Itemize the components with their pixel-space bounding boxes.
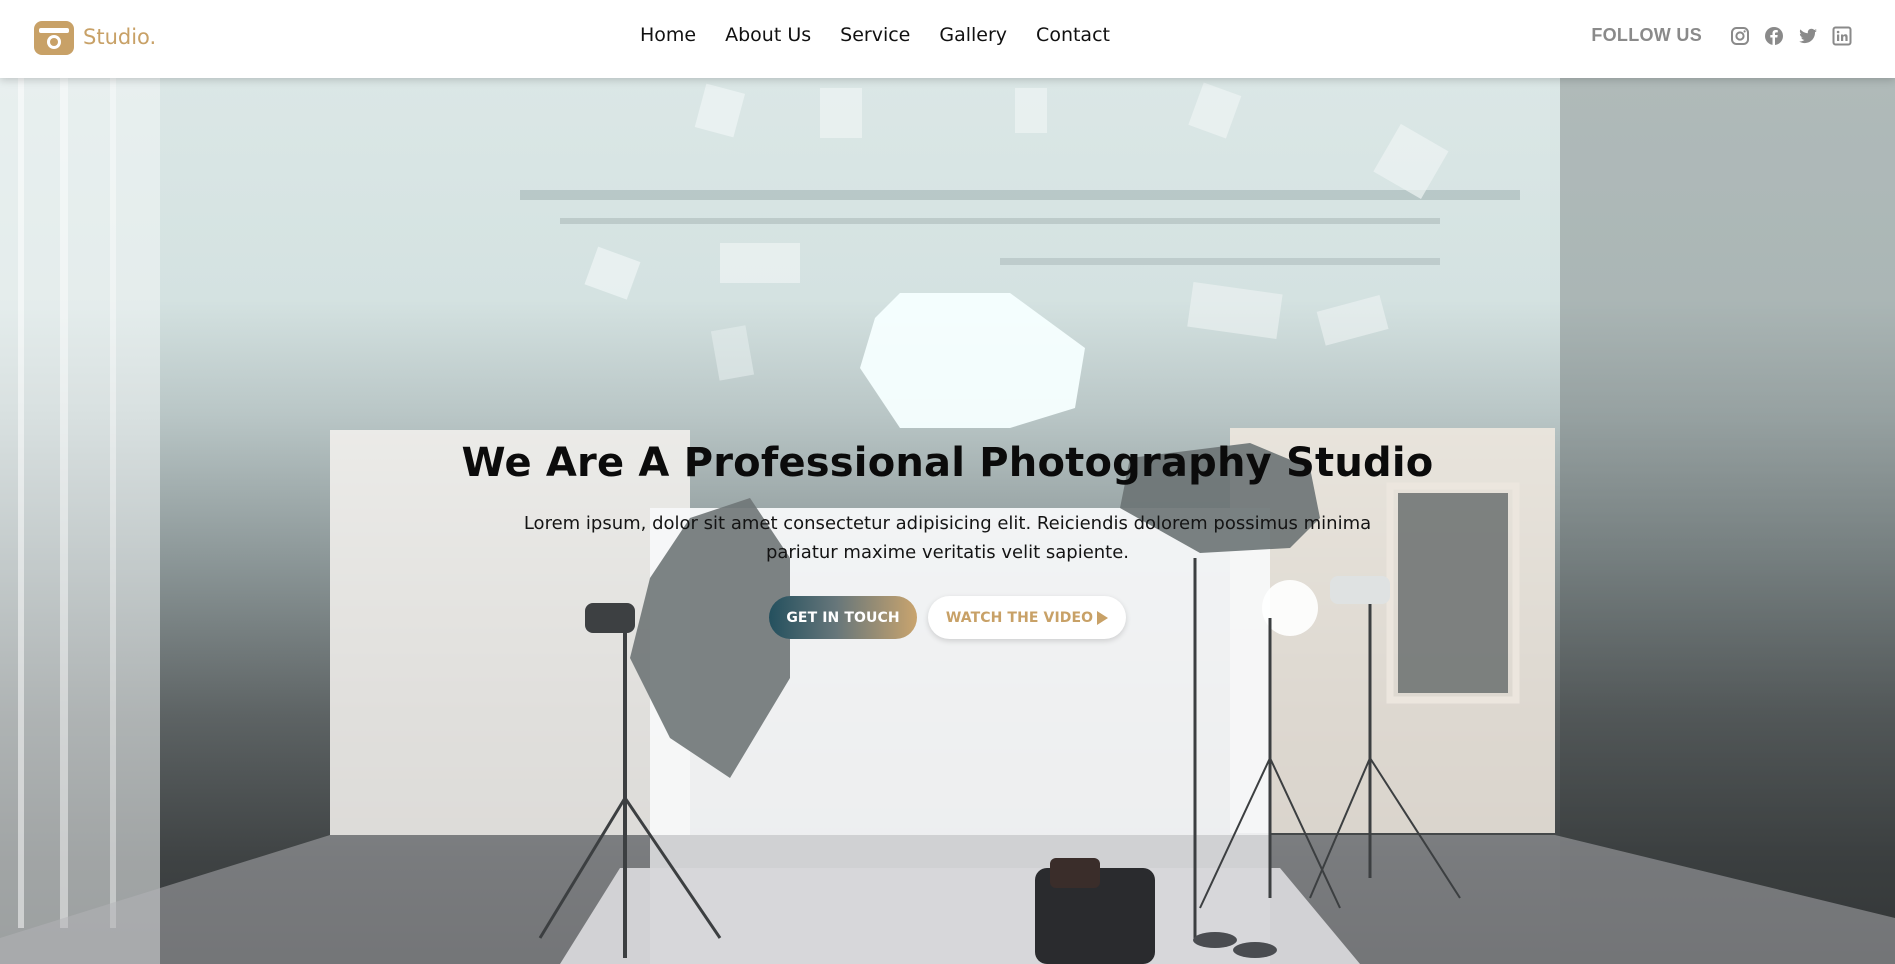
twitter-icon[interactable] xyxy=(1798,26,1818,46)
nav-contact[interactable]: Contact xyxy=(1036,24,1110,46)
play-icon xyxy=(1097,610,1109,625)
header: Studio. Home About Us Service Gallery Co… xyxy=(0,0,1895,78)
nav-gallery[interactable]: Gallery xyxy=(939,24,1007,46)
watch-video-label: WATCH THE VIDEO xyxy=(945,609,1094,626)
linkedin-icon[interactable] xyxy=(1832,26,1852,46)
social-links: FOLLOW US xyxy=(1591,25,1852,46)
follow-us-label: FOLLOW US xyxy=(1591,25,1702,45)
get-in-touch-button[interactable]: GET IN TOUCH xyxy=(769,596,917,639)
hero-buttons: GET IN TOUCH WATCH THE VIDEO xyxy=(0,596,1895,639)
nav-about-us[interactable]: About Us xyxy=(725,24,811,46)
brand-name: Studio. xyxy=(83,25,157,49)
hero-title: We Are A Professional Photography Studio xyxy=(461,440,1434,486)
instagram-icon[interactable] xyxy=(1730,26,1750,46)
hero-description: Lorem ipsum, dolor sit amet consectetur … xyxy=(523,513,1372,563)
hero-section: We Are A Professional Photography Studio… xyxy=(0,78,1895,964)
hero-content: We Are A Professional Photography Studio… xyxy=(0,440,1895,639)
brand[interactable]: Studio. xyxy=(33,18,156,56)
facebook-icon[interactable] xyxy=(1764,26,1784,46)
camera-icon xyxy=(34,21,74,55)
main-nav: Home About Us Service Gallery Contact xyxy=(640,24,1139,46)
nav-home[interactable]: Home xyxy=(640,24,696,46)
watch-video-button[interactable]: WATCH THE VIDEO xyxy=(928,596,1126,639)
nav-service[interactable]: Service xyxy=(840,24,910,46)
